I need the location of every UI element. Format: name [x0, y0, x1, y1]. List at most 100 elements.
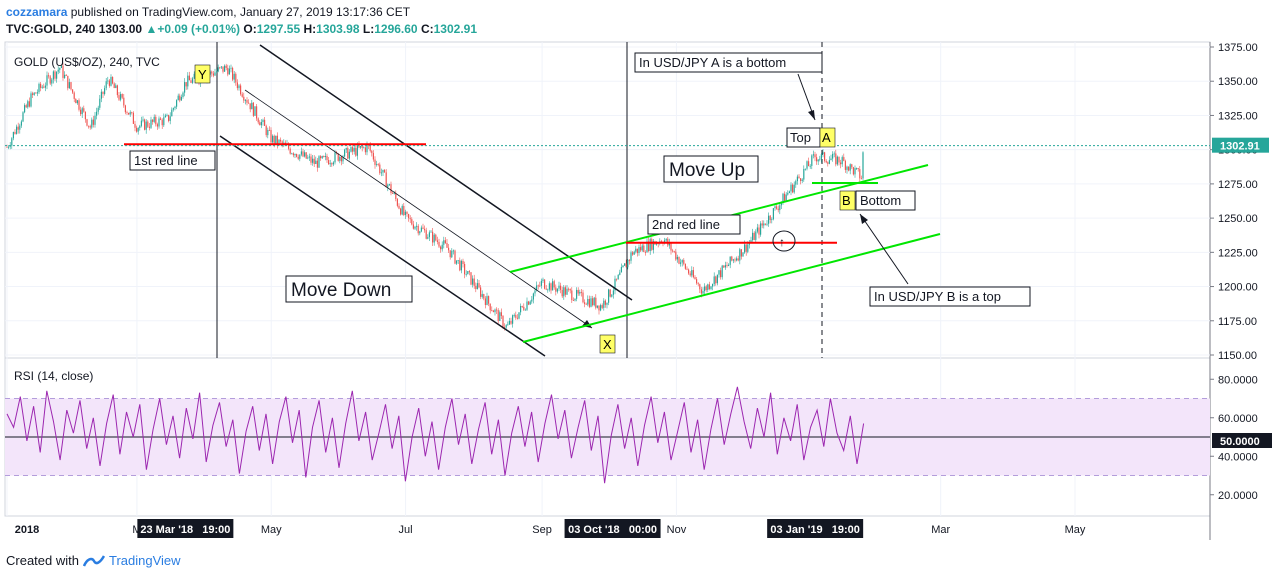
- chart-canvas[interactable]: 1375.001350.001325.001300.001275.001250.…: [0, 0, 1274, 579]
- candle-body: [384, 169, 386, 173]
- footer: Created with TradingView: [6, 553, 181, 568]
- candle-body: [236, 82, 238, 89]
- candle-body: [841, 157, 843, 165]
- candle-body: [444, 240, 446, 243]
- last-price-tag-text: 1302.91: [1220, 141, 1260, 153]
- candle-body: [796, 176, 798, 182]
- candle-body: [540, 280, 542, 286]
- candle-body: [468, 271, 470, 273]
- candle-body: [526, 301, 528, 310]
- candle-body: [403, 206, 405, 216]
- candle-body: [497, 310, 499, 321]
- label-first-red-line[interactable]: 1st red line: [129, 150, 216, 171]
- candle-body: [408, 214, 410, 219]
- candle-body: [670, 242, 672, 251]
- candle-body: [624, 263, 626, 266]
- candle-body: [244, 100, 246, 101]
- marker-y[interactable]: Y: [194, 64, 211, 84]
- candle-body: [547, 289, 549, 291]
- candle-body: [691, 270, 693, 276]
- candle-body: [137, 128, 139, 132]
- candle-body: [462, 261, 464, 265]
- tradingview-brand-link[interactable]: TradingView: [109, 553, 181, 568]
- candle-body: [89, 126, 91, 128]
- top-text: Top: [790, 130, 811, 145]
- candle-body: [686, 268, 688, 270]
- label-usdjpy-b[interactable]: In USD/JPY B is a top: [869, 286, 1031, 307]
- label-move-up[interactable]: Move Up: [663, 155, 759, 183]
- first-red-line-text: 1st red line: [134, 153, 198, 168]
- candle-body: [638, 247, 640, 254]
- rsi-tick-label: 40.0000: [1218, 451, 1258, 463]
- bottom-text: Bottom: [860, 193, 901, 208]
- arrow-b-head-icon: [860, 214, 868, 224]
- price-axis: 1375.001350.001325.001300.001275.001250.…: [1210, 42, 1258, 362]
- candle-body: [441, 244, 443, 250]
- candle-body: [600, 305, 602, 311]
- candle-body: [499, 312, 501, 321]
- candle-body: [115, 85, 117, 89]
- candle-body: [227, 67, 229, 75]
- time-axis: 2018 M May Jul Sep Nov Mar May23 Mar '18 19:00 0…: [15, 519, 1086, 538]
- candle-body: [584, 302, 586, 304]
- candle-body: [731, 256, 733, 261]
- marker-x[interactable]: X: [599, 334, 616, 354]
- candle-body: [572, 300, 574, 301]
- candle-body: [248, 102, 250, 104]
- candle-body: [846, 166, 848, 170]
- candle-body: [51, 79, 53, 84]
- candle-body: [142, 119, 144, 121]
- label-second-red-line[interactable]: 2nd red line: [647, 214, 741, 235]
- candle-body: [851, 164, 853, 168]
- candle-body: [480, 287, 482, 297]
- candle-body: [14, 131, 16, 134]
- candle-body: [235, 73, 237, 83]
- candle-body: [241, 94, 243, 97]
- candle-body: [132, 112, 134, 124]
- candle-body: [56, 71, 58, 79]
- candle-body: [300, 151, 302, 155]
- marker-b[interactable]: B: [839, 190, 856, 211]
- candle-body: [369, 145, 371, 151]
- candle-body: [488, 296, 490, 304]
- label-bottom[interactable]: Bottom: [855, 190, 916, 211]
- candle-body: [345, 147, 347, 150]
- candle-body: [80, 109, 82, 115]
- candle-body: [734, 259, 736, 261]
- candle-body: [264, 119, 266, 126]
- candle-body: [347, 147, 349, 159]
- candle-body: [169, 116, 171, 121]
- candle-body: [507, 324, 509, 326]
- candle-body: [435, 234, 437, 241]
- label-top[interactable]: Top: [786, 127, 821, 148]
- label-usdjpy-a[interactable]: In USD/JPY A is a bottom: [634, 52, 823, 73]
- candle-body: [782, 193, 784, 202]
- candle-body: [835, 153, 837, 165]
- created-with-text: Created with: [6, 553, 79, 568]
- candle-body: [422, 227, 424, 229]
- candle-body: [160, 118, 162, 120]
- candle-body: [811, 155, 813, 166]
- price-tick-label: 1375.00: [1218, 42, 1258, 54]
- candle-body: [558, 285, 560, 289]
- candle-body: [228, 68, 230, 75]
- time-highlight-label: 23 Mar '18 19:00: [140, 524, 230, 536]
- candle-body: [323, 156, 325, 158]
- candle-body: [99, 98, 101, 108]
- candle-body: [606, 302, 608, 305]
- candle-body: [400, 208, 402, 215]
- candle-body: [784, 193, 786, 202]
- candle-body: [609, 289, 611, 297]
- candle-body: [483, 294, 485, 299]
- candle-body: [289, 148, 291, 154]
- candle-body: [356, 144, 358, 156]
- price-pane-frame: [4, 41, 1211, 359]
- rsi-pane: 80.0000 60.0000 40.0000 20.0000 50.0000 RSI…: [5, 369, 1272, 502]
- marker-a[interactable]: A: [819, 127, 836, 148]
- candle-body: [843, 157, 845, 161]
- candle-body: [46, 75, 48, 86]
- candle-body: [385, 172, 387, 188]
- label-move-down[interactable]: Move Down: [285, 275, 413, 303]
- candle-body: [473, 278, 475, 286]
- usdjpy-b-text: In USD/JPY B is a top: [874, 289, 1001, 304]
